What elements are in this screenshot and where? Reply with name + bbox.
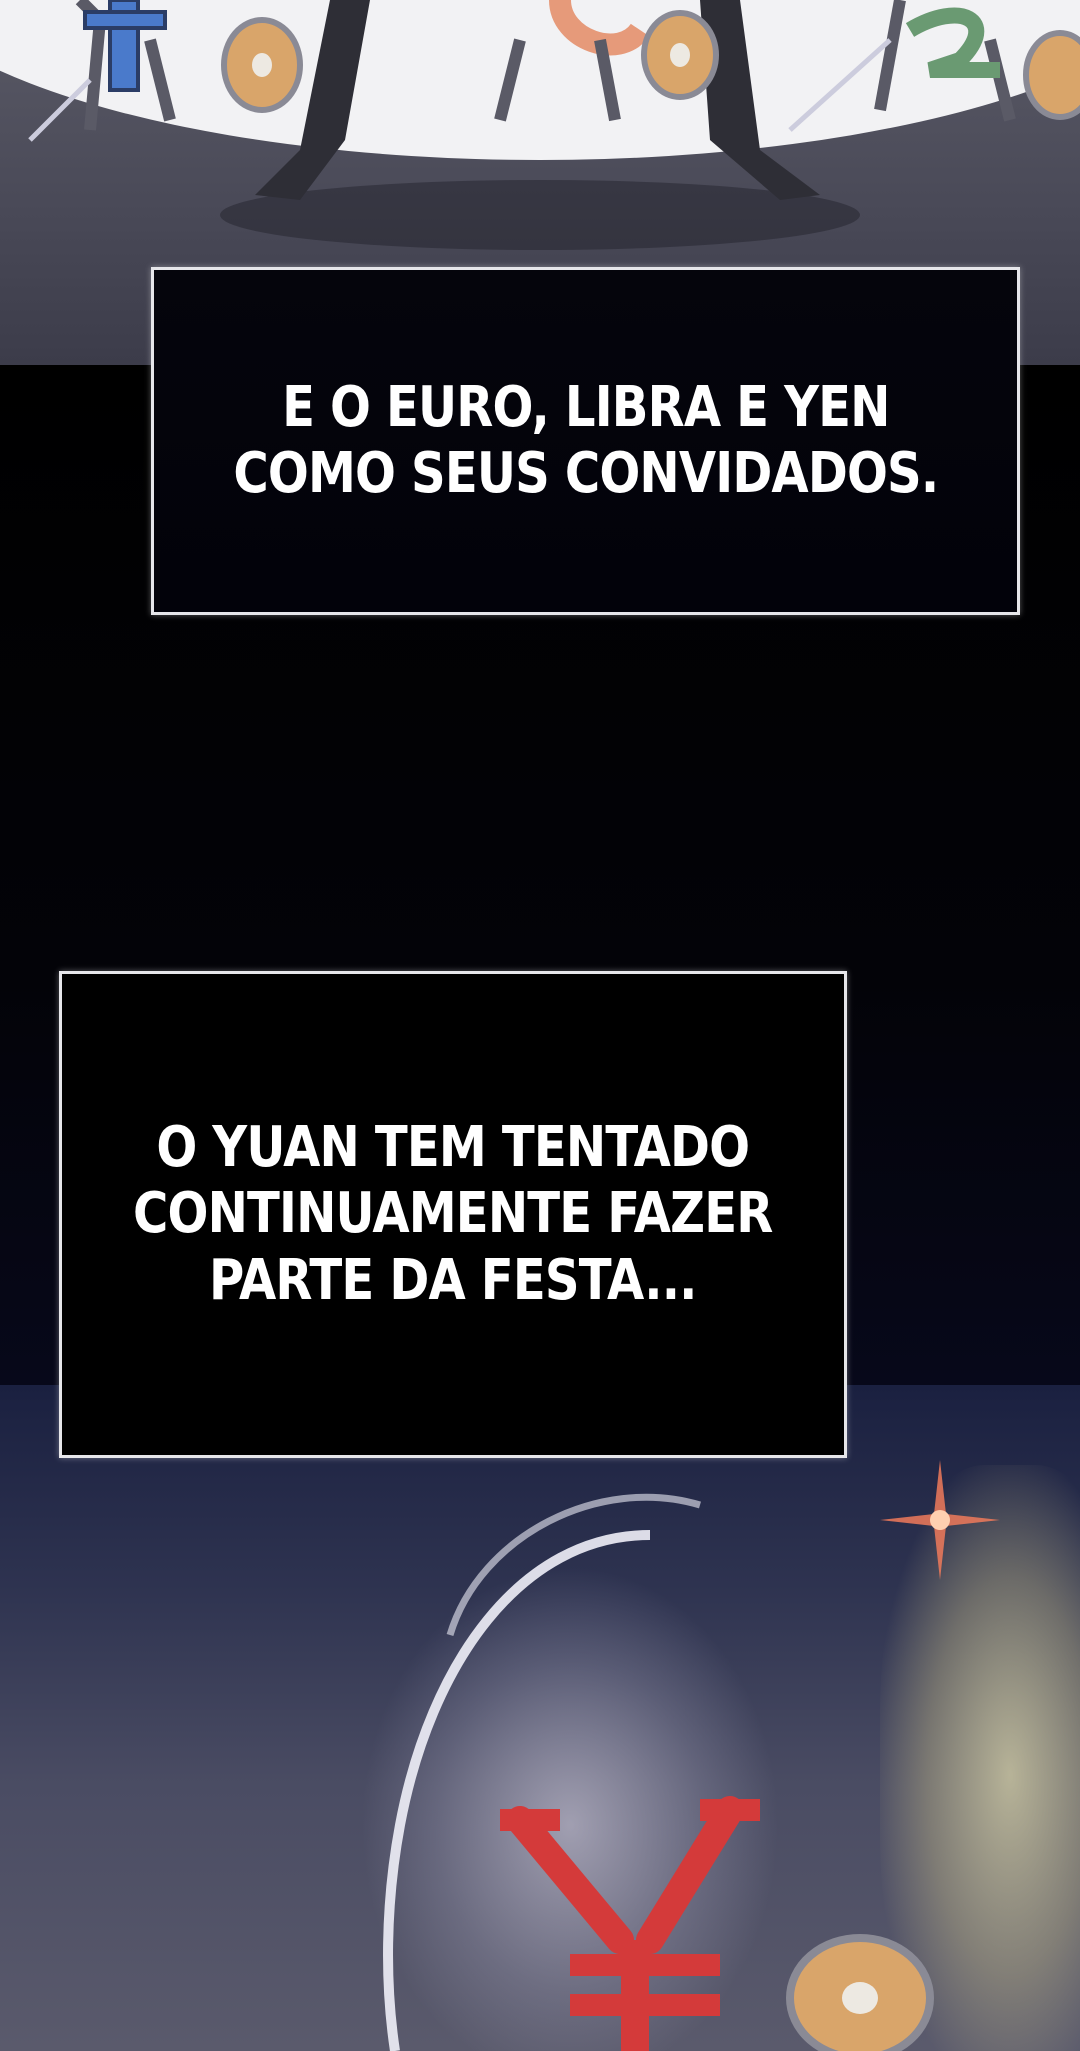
caption-line: E O EURO, LIBRA E YEN [281,374,890,440]
green-currency-character-icon [788,0,1016,132]
pound-character-icon [494,0,650,122]
caption-line: O YUAN TEM TENTADO [156,1115,751,1181]
shield-icon [786,1934,934,2051]
caption-text-2: O YUAN TEM TENTADO CONTINUAMENTE FAZER P… [133,1115,773,1313]
euro-character-icon [28,0,176,142]
caption-line: PARTE DA FESTA... [209,1247,697,1313]
caption-line: CONTINUAMENTE FAZER [133,1181,773,1247]
central-figure-legs [255,0,820,200]
caption-box-1: E O EURO, LIBRA E YEN COMO SEUS CONVIDAD… [151,267,1020,615]
caption-line: COMO SEUS CONVIDADOS. [233,441,939,506]
caption-text-1: E O EURO, LIBRA E YEN COMO SEUS CONVIDAD… [233,374,939,507]
caption-box-2: O YUAN TEM TENTADO CONTINUAMENTE FAZER P… [59,971,847,1458]
shield-icon [221,17,303,113]
yen-character-icon [500,1796,760,2051]
sparkle-icon [880,1460,1000,1580]
comic-page: E O EURO, LIBRA E YEN COMO SEUS CONVIDAD… [0,0,1080,2051]
shield-icon [641,10,719,100]
shield-icon [1023,30,1080,120]
